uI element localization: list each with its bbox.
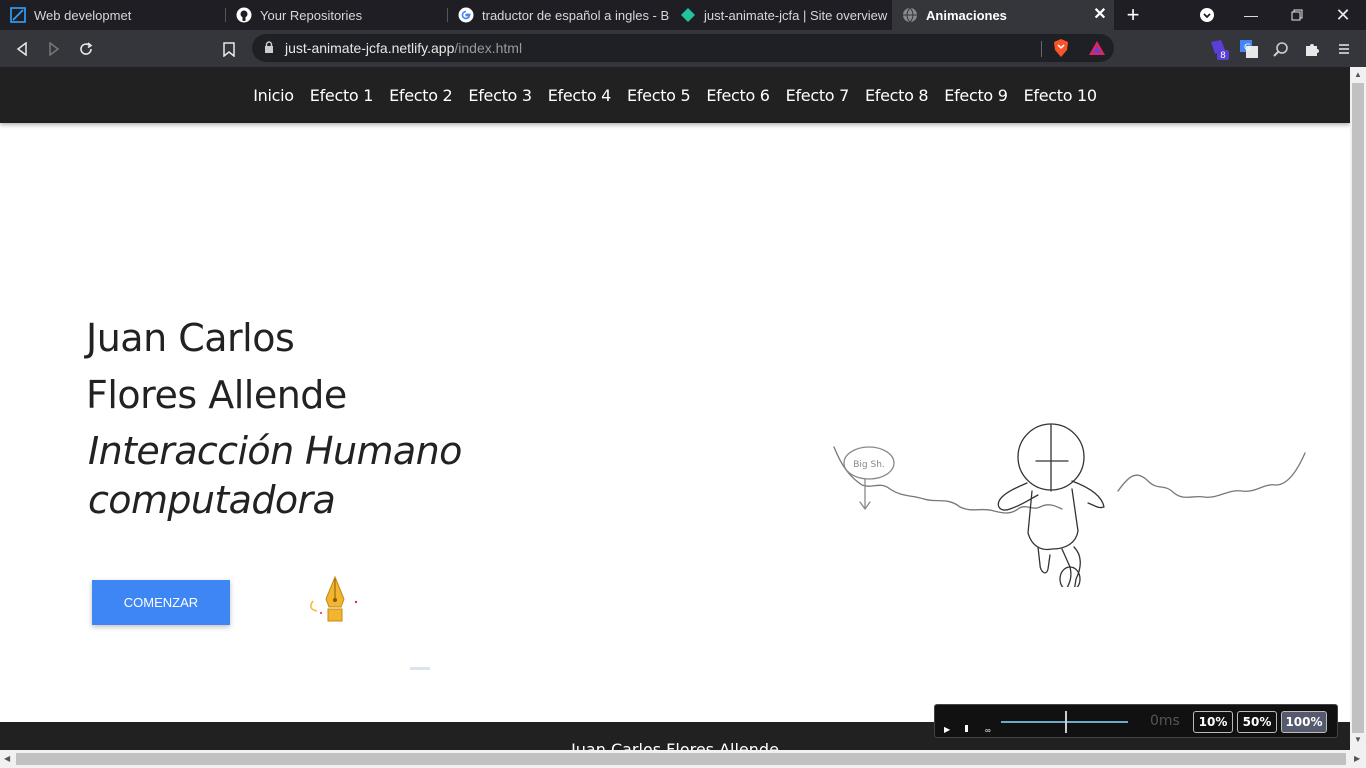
extensions-puzzle-icon[interactable] xyxy=(1301,38,1323,60)
close-window-button[interactable]: ✕ xyxy=(1323,0,1363,30)
close-tab-icon[interactable]: ✕ xyxy=(1092,7,1108,23)
tab-title: traductor de español a ingles - Bus xyxy=(482,7,670,23)
browser-toolbar: just-animate-jcfa.netlify.app/index.html… xyxy=(0,30,1366,67)
netlify-icon xyxy=(680,7,696,23)
scroll-left-icon[interactable]: ◀ xyxy=(4,754,10,763)
nav-efecto-8[interactable]: Efecto 8 xyxy=(857,86,936,105)
tab-title: just-animate-jcfa | Site overview xyxy=(704,7,888,23)
nav-inicio[interactable]: Inicio xyxy=(245,86,302,105)
new-tab-button[interactable]: + xyxy=(1122,3,1144,27)
animation-timeline-panel: ▶ ∞ 0ms 10% 50% 100% xyxy=(934,704,1338,738)
sign-text: Big Sh. xyxy=(853,460,885,470)
scroll-up-icon[interactable]: ▲ xyxy=(1354,70,1362,79)
tab-traductor[interactable]: traductor de español a ingles - Bus xyxy=(448,0,670,30)
hero-name-line2: Flores Allende xyxy=(86,373,347,417)
restore-button[interactable] xyxy=(1277,0,1317,30)
nav-efecto-5[interactable]: Efecto 5 xyxy=(619,86,698,105)
nav-efecto-2[interactable]: Efecto 2 xyxy=(381,86,460,105)
tab-bar: Web developmet Your Repositories traduct… xyxy=(0,0,1366,30)
tab-title: Animaciones xyxy=(926,7,1007,23)
horizontal-scrollbar[interactable]: ◀ ▶ xyxy=(0,750,1366,768)
google-icon xyxy=(458,7,474,23)
back-button[interactable] xyxy=(11,38,33,60)
speed-100-button[interactable]: 100% xyxy=(1281,711,1327,733)
nav-efecto-9[interactable]: Efecto 9 xyxy=(936,86,1015,105)
horizontal-scroll-thumb[interactable] xyxy=(16,753,1346,765)
pen-nib-icon xyxy=(303,573,363,648)
eyedropper-extension-icon[interactable] xyxy=(1270,38,1292,60)
forward-button[interactable] xyxy=(43,38,65,60)
nav-efecto-7[interactable]: Efecto 7 xyxy=(778,86,857,105)
address-bar[interactable]: just-animate-jcfa.netlify.app/index.html xyxy=(252,34,1114,62)
brave-shield-icon[interactable] xyxy=(1052,38,1070,63)
vertical-scrollbar[interactable]: ▲ ▼ xyxy=(1350,67,1366,750)
nav-efecto-1[interactable]: Efecto 1 xyxy=(302,86,381,105)
hero-subtitle: Interacción Humano computadora xyxy=(88,429,462,522)
scroll-right-icon[interactable]: ▶ xyxy=(1354,754,1360,763)
bookmark-icon[interactable] xyxy=(218,38,240,60)
footer-text: Juan Carlos Flores Allende xyxy=(571,740,779,750)
progress-dash xyxy=(410,667,430,670)
tab-title: Web developmet xyxy=(34,7,132,23)
svg-text:G: G xyxy=(1244,43,1251,53)
url-path: /index.html xyxy=(454,40,523,56)
extension-icon[interactable]: 8 xyxy=(1207,38,1229,60)
nav-efecto-10[interactable]: Efecto 10 xyxy=(1016,86,1105,105)
reload-button[interactable] xyxy=(75,38,97,60)
timeline-slider-handle[interactable] xyxy=(1065,711,1067,733)
nav-efecto-3[interactable]: Efecto 3 xyxy=(460,86,539,105)
speed-10-button[interactable]: 10% xyxy=(1193,711,1233,733)
pause-icon[interactable] xyxy=(965,725,968,732)
tab-your-repositories[interactable]: Your Repositories xyxy=(226,0,448,30)
hero-name-line1: Juan Carlos xyxy=(86,316,295,360)
timeline-time: 0ms xyxy=(1150,713,1180,729)
speed-50-button[interactable]: 50% xyxy=(1237,711,1277,733)
play-icon[interactable]: ▶ xyxy=(944,725,950,734)
extension-badge: 8 xyxy=(1220,51,1226,60)
tab-title: Your Repositories xyxy=(260,7,363,23)
tab-animaciones[interactable]: Animaciones ✕ xyxy=(892,0,1114,30)
url-text: just-animate-jcfa.netlify.app/index.html xyxy=(285,40,522,56)
menu-icon[interactable] xyxy=(1333,38,1355,60)
running-sketch-illustration: Big Sh. xyxy=(832,357,1308,638)
tab-search-button[interactable] xyxy=(1187,0,1227,30)
globe-icon xyxy=(902,7,918,23)
nav-efecto-4[interactable]: Efecto 4 xyxy=(540,86,619,105)
google-translate-icon[interactable]: G xyxy=(1238,38,1260,60)
tab-web-development[interactable]: Web developmet xyxy=(0,0,226,30)
page-viewport: Inicio Efecto 1 Efecto 2 Efecto 3 Efecto… xyxy=(0,67,1350,750)
loop-icon[interactable]: ∞ xyxy=(985,727,991,735)
minimize-button[interactable]: — xyxy=(1231,0,1271,30)
lock-icon xyxy=(264,41,274,59)
vertical-scroll-thumb[interactable] xyxy=(1352,83,1364,733)
web-dev-icon xyxy=(10,7,26,23)
nav-efecto-6[interactable]: Efecto 6 xyxy=(698,86,777,105)
brave-rewards-icon[interactable] xyxy=(1088,39,1106,62)
github-icon xyxy=(236,7,252,23)
scroll-down-icon[interactable]: ▼ xyxy=(1354,735,1362,744)
comenzar-button[interactable]: COMENZAR xyxy=(92,580,230,625)
url-host: just-animate-jcfa.netlify.app xyxy=(285,40,455,56)
top-navbar: Inicio Efecto 1 Efecto 2 Efecto 3 Efecto… xyxy=(0,67,1350,123)
tab-just-animate-overview[interactable]: just-animate-jcfa | Site overview xyxy=(670,0,892,30)
